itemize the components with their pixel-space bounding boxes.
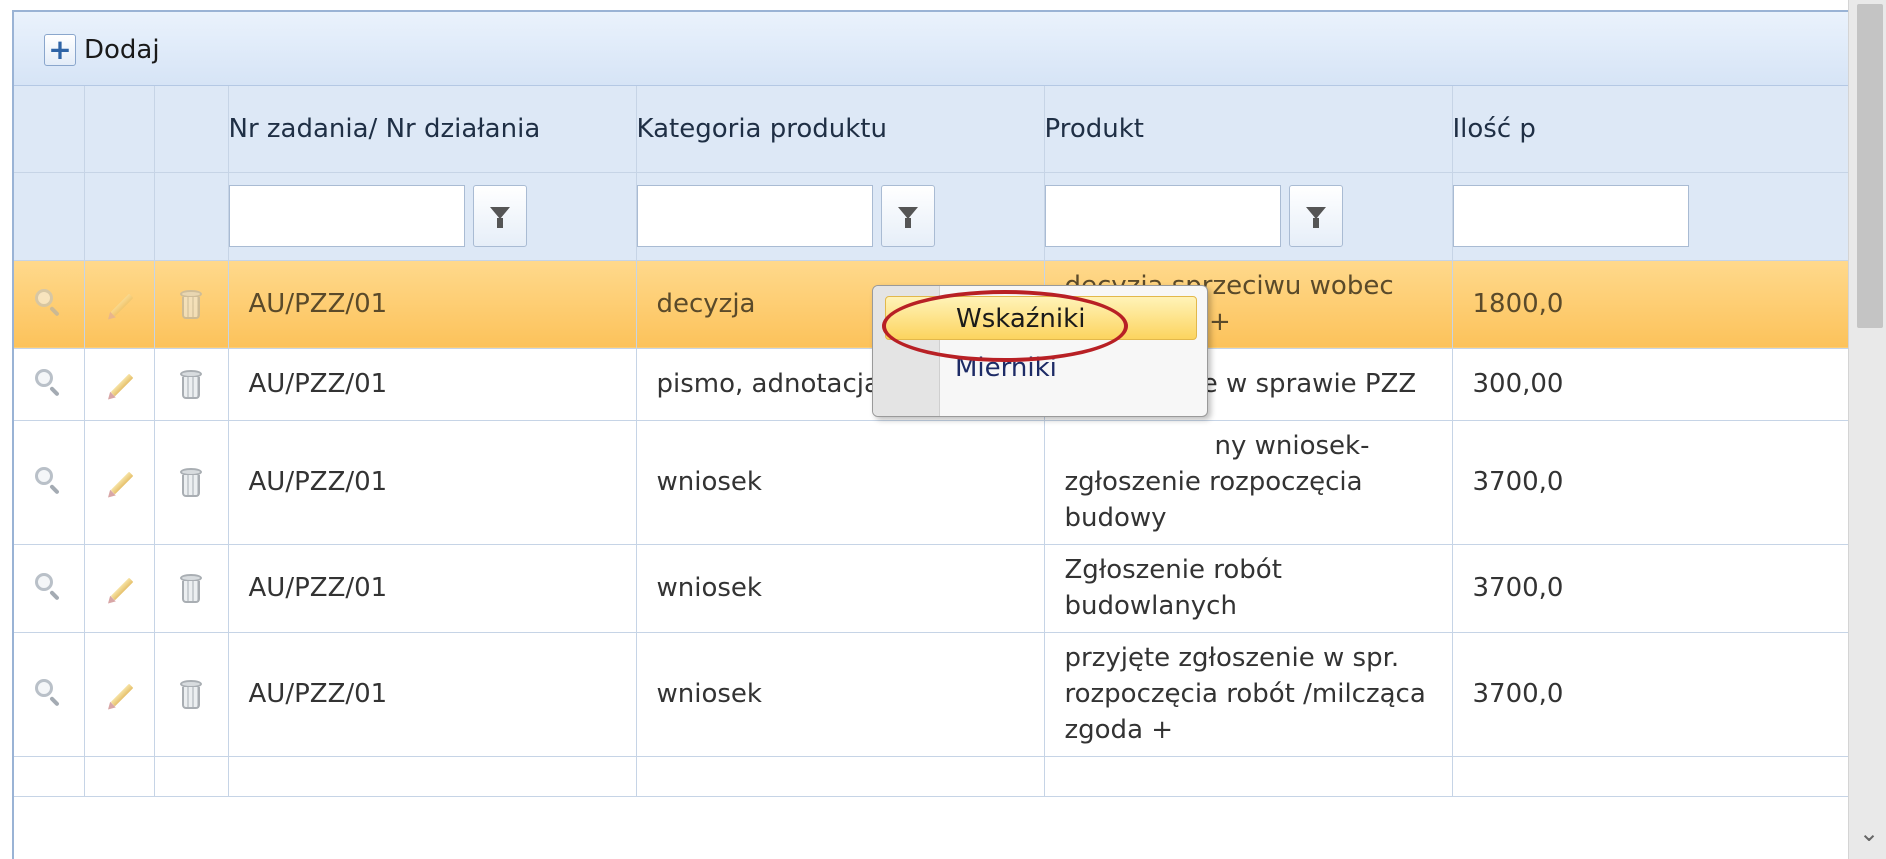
cell-quantity: 3700,0 [1452, 544, 1886, 633]
trash-icon[interactable] [175, 677, 207, 711]
filter-button-product-category[interactable] [880, 185, 935, 247]
header-view-col [14, 86, 85, 173]
table-row[interactable]: AU/PZZ/01 wniosek Zgłoszenie robót budowl… [14, 544, 1886, 633]
header-task-number[interactable]: Nr zadania/ Nr działania [228, 86, 637, 173]
cell-task-number: AU/PZZ/01 [228, 632, 637, 757]
pencil-icon[interactable] [103, 677, 135, 713]
grid-toolbar: + Dodaj ▸ [14, 12, 1882, 86]
chevron-down-icon[interactable]: ⌄ [1857, 818, 1881, 848]
filter-input-task-number[interactable] [228, 185, 465, 247]
cell-quantity: 3700,0 [1452, 632, 1886, 757]
cell-quantity: 3700,0 [1452, 420, 1886, 545]
header-quantity[interactable]: Ilość p [1452, 86, 1886, 173]
pencil-icon[interactable] [103, 367, 135, 403]
filter-input-quantity[interactable] [1452, 185, 1689, 247]
magnifier-icon[interactable] [33, 367, 65, 401]
header-product-category[interactable]: Kategoria produktu [636, 86, 1045, 173]
menu-item-mierniki[interactable]: Mierniki [885, 346, 1057, 390]
pencil-icon[interactable] [103, 465, 135, 501]
header-edit-col [84, 86, 155, 173]
table-row[interactable] [14, 756, 1886, 797]
magnifier-icon[interactable] [33, 465, 65, 499]
products-grid: Nr zadania/ Nr działania Kategoria produ… [14, 86, 1886, 797]
header-row: Nr zadania/ Nr działania Kategoria produ… [14, 86, 1886, 173]
table-row[interactable]: AU/PZZ/01 wniosek ny wniosek-zgłoszenie … [14, 420, 1886, 545]
cell-task-number: AU/PZZ/01 [228, 348, 637, 421]
trash-icon[interactable] [175, 287, 207, 321]
pencil-icon[interactable] [103, 287, 135, 323]
filter-button-product[interactable] [1288, 185, 1343, 247]
filter-input-product-category[interactable] [636, 185, 873, 247]
header-product[interactable]: Produkt [1044, 86, 1453, 173]
cell-quantity: 1800,0 [1452, 260, 1886, 349]
pencil-icon[interactable] [103, 571, 135, 607]
context-menu: Wskaźniki Mierniki [872, 285, 1208, 417]
magnifier-icon[interactable] [33, 571, 65, 605]
cell-product: przyjęte zgłoszenie w spr. rozpoczęcia ro… [1044, 632, 1453, 757]
add-button-label: Dodaj [84, 35, 160, 65]
funnel-icon [489, 207, 510, 228]
filter-button-task-number[interactable] [472, 185, 527, 247]
cell-task-number: AU/PZZ/01 [228, 420, 637, 545]
table-row[interactable]: AU/PZZ/01 wniosek przyjęte zgłoszenie w … [14, 632, 1886, 757]
cell-task-number: AU/PZZ/01 [228, 544, 637, 633]
header-delete-col [154, 86, 229, 173]
cell-product-category: wniosek [636, 632, 1045, 757]
plus-icon: + [44, 34, 76, 66]
vertical-scrollbar[interactable]: ⌄ [1848, 0, 1886, 859]
cell-quantity: 300,00 [1452, 348, 1886, 421]
grid-window: + Dodaj ▸ Nr zadania/ Nr działania Kateg… [0, 0, 1886, 859]
cell-product: ny wniosek-zgłoszenie rozpoczęcia budowy [1044, 420, 1453, 545]
filter-row [14, 172, 1886, 261]
scrollbar-thumb[interactable] [1857, 4, 1883, 328]
add-button[interactable]: + Dodaj [44, 32, 160, 68]
magnifier-icon[interactable] [33, 677, 65, 711]
cell-product: Zgłoszenie robót budowlanych [1044, 544, 1453, 633]
cell-product-category: wniosek [636, 420, 1045, 545]
cell-task-number: AU/PZZ/01 [228, 260, 637, 349]
cell-product-category: wniosek [636, 544, 1045, 633]
funnel-icon [897, 207, 918, 228]
trash-icon[interactable] [175, 367, 207, 401]
filter-input-product[interactable] [1044, 185, 1281, 247]
menu-item-wskazniki[interactable]: Wskaźniki [885, 296, 1197, 340]
trash-icon[interactable] [175, 465, 207, 499]
funnel-icon [1305, 207, 1326, 228]
trash-icon[interactable] [175, 571, 207, 605]
magnifier-icon[interactable] [33, 287, 65, 321]
